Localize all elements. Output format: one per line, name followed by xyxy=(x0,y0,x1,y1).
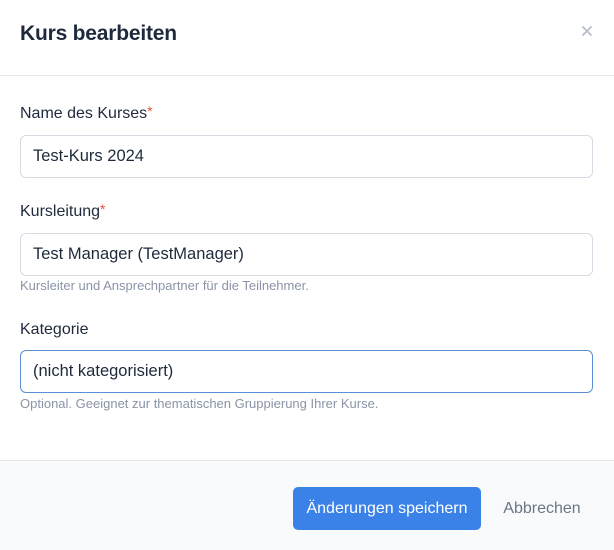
close-button[interactable] xyxy=(578,22,596,40)
cancel-button[interactable]: Abbrechen xyxy=(494,487,590,530)
course-name-label-text: Name des Kurses xyxy=(20,105,148,122)
close-icon xyxy=(582,26,592,36)
edit-course-dialog: Kurs bearbeiten Name des Kurses* Test-Ku… xyxy=(0,0,614,550)
required-mark: * xyxy=(100,201,106,217)
category-select[interactable]: (nicht kategorisiert) xyxy=(20,350,593,393)
dialog-header: Kurs bearbeiten xyxy=(0,0,614,76)
course-name-label: Name des Kurses* xyxy=(20,103,153,123)
save-changes-button[interactable]: Änderungen speichern xyxy=(293,487,481,530)
course-leader-label-text: Kursleitung xyxy=(20,203,101,220)
required-mark: * xyxy=(147,103,153,119)
category-label: Kategorie xyxy=(20,321,89,339)
course-name-input[interactable]: Test-Kurs 2024 xyxy=(20,135,593,178)
course-leader-hint: Kursleiter und Ansprechpartner für die T… xyxy=(20,278,309,293)
course-leader-label: Kursleitung* xyxy=(20,201,106,221)
category-hint: Optional. Geeignet zur thematischen Grup… xyxy=(20,396,379,411)
dialog-title: Kurs bearbeiten xyxy=(20,22,177,45)
course-leader-input[interactable]: Test Manager (TestManager) xyxy=(20,233,593,276)
dialog-footer: Änderungen speichern Abbrechen xyxy=(0,460,614,550)
category-label-text: Kategorie xyxy=(20,321,89,338)
